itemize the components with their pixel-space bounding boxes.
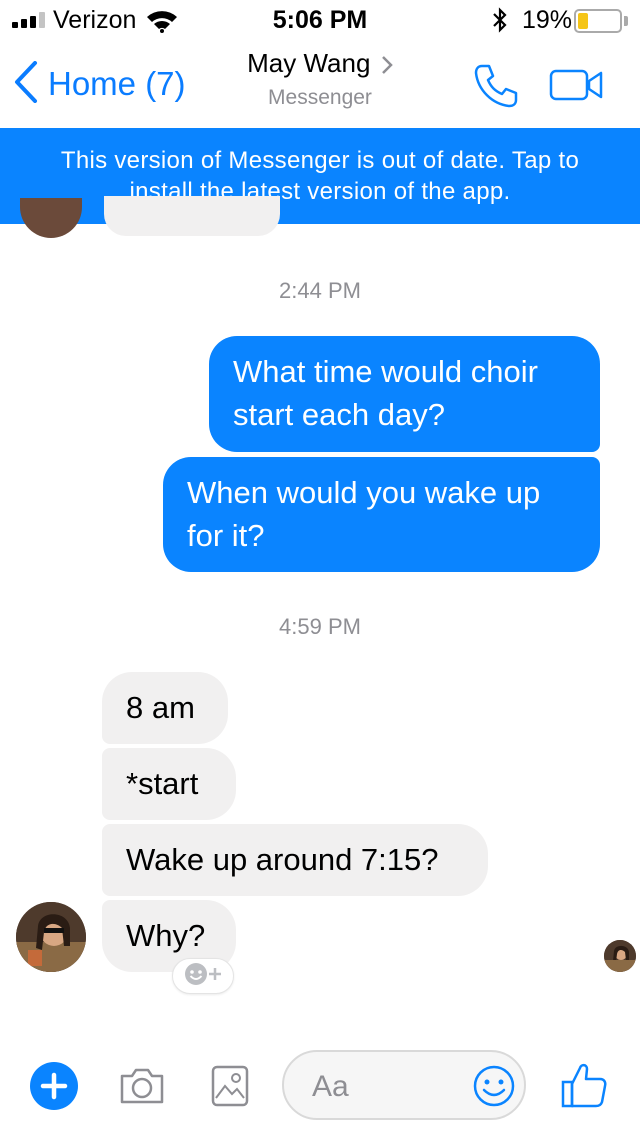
received-message[interactable]: Wake up around 7:15? xyxy=(102,824,488,896)
add-reaction-button[interactable] xyxy=(172,958,234,994)
emoji-icon xyxy=(472,1065,516,1112)
contact-subtitle: Messenger xyxy=(268,86,372,110)
contact-name: May Wang xyxy=(247,48,371,78)
contact-avatar[interactable] xyxy=(16,902,86,972)
bluetooth-icon xyxy=(492,7,508,38)
sent-message[interactable]: When would you wake up for it? xyxy=(163,457,600,572)
camera-icon xyxy=(118,1068,166,1110)
like-button[interactable] xyxy=(560,1060,608,1115)
video-camera-icon xyxy=(549,69,605,106)
message-bubble-partial xyxy=(104,196,280,236)
message-timestamp: 4:59 PM xyxy=(279,614,361,639)
message-timestamp: 2:44 PM xyxy=(279,278,361,303)
status-bar: Verizon 5:06 PM 19% xyxy=(0,0,640,40)
battery-terminal xyxy=(624,16,628,26)
received-message[interactable]: 8 am xyxy=(102,672,228,744)
chevron-left-icon xyxy=(14,60,38,108)
battery-percent: 19% xyxy=(522,6,573,34)
add-reaction-icon xyxy=(183,961,223,992)
update-banner-line-2: install the latest version of the app. xyxy=(129,178,511,205)
sent-message[interactable]: What time would choir start each day? xyxy=(209,336,600,452)
message-composer: Aa xyxy=(0,1040,640,1136)
read-receipt-avatar xyxy=(604,940,636,972)
chevron-right-icon xyxy=(381,55,393,80)
plus-icon xyxy=(30,1072,78,1114)
more-actions-button[interactable] xyxy=(30,1062,78,1110)
video-call-button[interactable] xyxy=(549,68,605,107)
back-button-label: Home (7) xyxy=(48,65,186,102)
message-input[interactable]: Aa xyxy=(282,1050,526,1120)
camera-button[interactable] xyxy=(118,1066,166,1111)
contact-title[interactable]: May Wang Messenger xyxy=(210,48,430,110)
message-text-line: When would you wake up xyxy=(187,475,541,510)
contact-avatar-partial xyxy=(20,198,82,238)
conversation-header: Home (7) May Wang Messenger xyxy=(0,40,640,128)
message-text-line: for it? xyxy=(187,518,265,553)
gallery-button[interactable] xyxy=(210,1064,250,1113)
message-input-placeholder: Aa xyxy=(312,1070,349,1103)
emoji-button[interactable] xyxy=(472,1064,516,1113)
thumbs-up-icon xyxy=(560,1063,608,1114)
battery-level-fill xyxy=(578,13,588,29)
update-banner-line-1: This version of Messenger is out of date… xyxy=(60,147,580,174)
message-text-line: start each day? xyxy=(233,397,445,432)
image-icon xyxy=(210,1065,250,1112)
message-text-line: What time would choir xyxy=(233,354,538,389)
update-banner[interactable]: This version of Messenger is out of date… xyxy=(0,128,640,224)
received-message[interactable]: *start xyxy=(102,748,236,820)
battery-icon xyxy=(574,9,622,33)
back-button[interactable]: Home (7) xyxy=(14,60,186,108)
phone-icon xyxy=(472,64,520,114)
call-button[interactable] xyxy=(472,62,520,115)
